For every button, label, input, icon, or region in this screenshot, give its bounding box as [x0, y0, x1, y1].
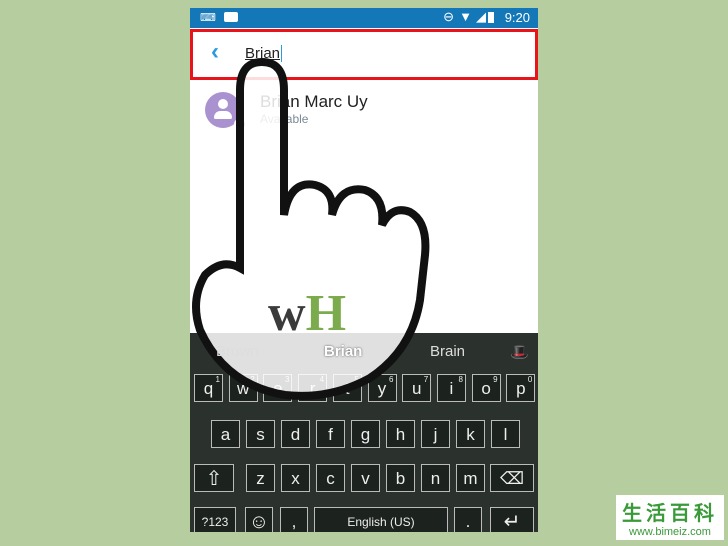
suggestion[interactable]: Brian	[324, 343, 362, 360]
pointing-hand-illustration: wH	[192, 57, 430, 400]
watermark-url: www.bimeiz.com	[629, 526, 711, 538]
magic-icon[interactable]: 🎩	[510, 343, 529, 361]
watermark-title: 生活百科	[622, 503, 718, 525]
suggestion[interactable]: Brain	[430, 343, 465, 360]
suggestion-strip: Brown Brian Brain 🎩	[190, 333, 538, 363]
watermark: 生活百科 www.bimeiz.com	[616, 495, 724, 540]
suggestion[interactable]: Brown	[216, 343, 259, 360]
